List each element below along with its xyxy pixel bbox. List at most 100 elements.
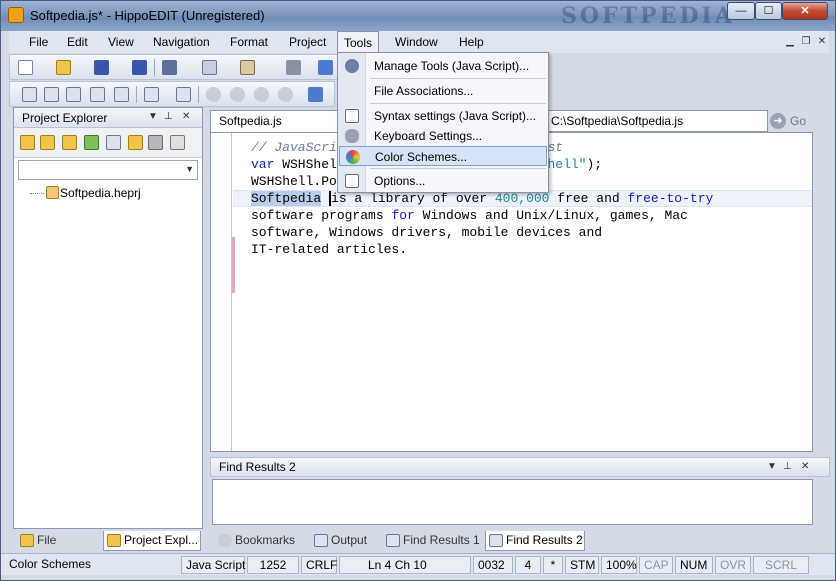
format-lines-icon[interactable] bbox=[44, 87, 59, 102]
settings-icon[interactable] bbox=[148, 135, 163, 150]
menu-item-color-schemes[interactable]: Color Schemes... bbox=[339, 146, 547, 166]
menu-help[interactable]: Help bbox=[453, 31, 490, 53]
menu-file[interactable]: File bbox=[23, 31, 54, 53]
cut-icon[interactable] bbox=[162, 60, 177, 75]
bookmark-next-icon[interactable] bbox=[230, 87, 245, 102]
panel-close-icon[interactable]: ✕ bbox=[801, 461, 809, 472]
bookmark-prev-icon[interactable] bbox=[254, 87, 269, 102]
panel-pin-icon[interactable]: ⊥ bbox=[164, 111, 173, 122]
wrap-icon[interactable] bbox=[66, 87, 81, 102]
new-project-icon[interactable] bbox=[20, 135, 35, 150]
code-line[interactable]: IT-related articles. bbox=[251, 241, 713, 258]
bookmark-toggle-icon[interactable] bbox=[206, 87, 221, 102]
menu-window[interactable]: Window bbox=[389, 31, 444, 53]
open-folder-icon[interactable] bbox=[56, 60, 71, 75]
menu-format[interactable]: Format bbox=[224, 31, 274, 53]
minimize-button[interactable]: — bbox=[727, 2, 755, 20]
panel-close-icon[interactable]: ✕ bbox=[182, 111, 190, 122]
tab-softpedia-js[interactable]: Softpedia.js bbox=[210, 110, 340, 132]
maximize-button[interactable]: ☐ bbox=[755, 2, 782, 20]
code-token: Softpedia bbox=[251, 191, 322, 206]
tree-item-project[interactable]: Softpedia.heprj bbox=[30, 184, 141, 202]
view-icon[interactable] bbox=[176, 87, 191, 102]
tab-file-explorer[interactable]: File Explorer bbox=[17, 531, 103, 565]
find-results-panel: Find Results 2 ▼ ⊥ ✕ bbox=[210, 457, 830, 529]
toolbar-separator bbox=[154, 59, 155, 76]
code-token: // JavaScri bbox=[251, 140, 337, 155]
code-token: free and bbox=[549, 191, 628, 206]
menu-item-manage-tools[interactable]: Manage Tools (Java Script)... bbox=[339, 56, 547, 76]
status-stm[interactable]: STM bbox=[565, 556, 599, 574]
project-filter-combo[interactable]: ▼ bbox=[18, 160, 198, 180]
remove-file-icon[interactable] bbox=[106, 135, 121, 150]
change-marker bbox=[232, 237, 235, 293]
title-bar[interactable]: Softpedia.js* - HippoEDIT (Unregistered)… bbox=[1, 1, 835, 31]
print-icon[interactable] bbox=[286, 60, 301, 75]
sync-folder-icon[interactable] bbox=[128, 135, 143, 150]
outdent-icon[interactable] bbox=[114, 87, 129, 102]
copy-icon[interactable] bbox=[202, 60, 217, 75]
status-tab-size[interactable]: 4 bbox=[515, 556, 541, 574]
paste-icon[interactable] bbox=[240, 60, 255, 75]
mdi-restore-icon[interactable]: ❐ bbox=[801, 37, 811, 47]
project-explorer-title: Project Explorer bbox=[22, 111, 108, 125]
code-token: WSHShell.Po bbox=[251, 174, 337, 189]
save-icon[interactable] bbox=[94, 60, 109, 75]
code-line[interactable]: software, Windows drivers, mobile device… bbox=[251, 224, 713, 241]
new-file-icon[interactable] bbox=[18, 60, 33, 75]
panel-menu-icon[interactable]: ▼ bbox=[148, 111, 158, 122]
close-button[interactable]: ✕ bbox=[782, 2, 828, 20]
open-project-icon[interactable] bbox=[40, 135, 55, 150]
add-folder-icon[interactable] bbox=[62, 135, 77, 150]
undo-icon[interactable] bbox=[318, 60, 333, 75]
menu-project[interactable]: Project bbox=[283, 31, 332, 53]
menu-item-syntax-settings[interactable]: Syntax settings (Java Script)... bbox=[339, 106, 547, 126]
panel-pin-icon[interactable]: ⊥ bbox=[783, 461, 792, 472]
menu-item-file-associations[interactable]: File Associations... bbox=[339, 81, 547, 101]
file-path-field[interactable]: C:\Softpedia\Softpedia.js bbox=[546, 110, 768, 132]
folder-icon bbox=[20, 534, 34, 547]
code-token: Windows and Unix/Linux, games, Mac bbox=[414, 208, 688, 223]
add-file-icon[interactable] bbox=[84, 135, 99, 150]
align-icon[interactable] bbox=[22, 87, 37, 102]
mdi-close-icon[interactable]: ✕ bbox=[817, 37, 827, 47]
go-button[interactable]: ➜ Go bbox=[770, 110, 806, 132]
find-results-list[interactable] bbox=[212, 479, 813, 525]
status-zoom[interactable]: 100% bbox=[601, 556, 637, 574]
menu-navigation[interactable]: Navigation bbox=[147, 31, 216, 53]
tree-item-label: Softpedia.heprj bbox=[60, 186, 141, 200]
window-title: Softpedia.js* - HippoEDIT (Unregistered) bbox=[30, 8, 265, 23]
indent-icon[interactable] bbox=[90, 87, 105, 102]
tab-find-results-1[interactable]: Find Results 1 bbox=[383, 531, 481, 551]
status-position[interactable]: Ln 4 Ch 10 bbox=[339, 556, 471, 574]
navigate-back-icon[interactable] bbox=[308, 87, 323, 102]
bookmark-clear-icon[interactable] bbox=[278, 87, 293, 102]
status-bar: Color Schemes Java Script 1252 CRLF Ln 4… bbox=[1, 553, 835, 575]
line-gutter[interactable] bbox=[211, 133, 232, 451]
menu-item-keyboard-settings[interactable]: Keyboard Settings... bbox=[339, 126, 547, 146]
tab-find-results-2[interactable]: Find Results 2 bbox=[485, 531, 585, 551]
menu-edit[interactable]: Edit bbox=[61, 31, 94, 53]
mdi-minimize-icon[interactable]: ▁ bbox=[785, 37, 795, 47]
comment-block-icon[interactable] bbox=[144, 87, 159, 102]
code-line[interactable]: software programs for Windows and Unix/L… bbox=[251, 207, 713, 224]
panel-menu-icon[interactable]: ▼ bbox=[767, 461, 777, 472]
tab-bookmarks[interactable]: Bookmarks bbox=[215, 531, 307, 551]
toolbar-edit bbox=[9, 81, 335, 107]
menu-view[interactable]: View bbox=[102, 31, 140, 53]
status-language[interactable]: Java Script bbox=[181, 556, 245, 574]
tab-output[interactable]: Output bbox=[311, 531, 381, 551]
save-all-icon[interactable] bbox=[132, 60, 147, 75]
hippo-app-icon[interactable] bbox=[8, 7, 24, 23]
toolbar-separator bbox=[136, 86, 137, 103]
code-token: IT-related articles. bbox=[251, 242, 408, 257]
favorites-star-icon[interactable] bbox=[170, 135, 185, 150]
menu-bar: File Edit View Navigation Format Project… bbox=[9, 31, 829, 53]
menu-tools[interactable]: Tools bbox=[337, 31, 380, 53]
menu-item-options[interactable]: Options... bbox=[339, 171, 547, 191]
tab-project-explorer[interactable]: Project Expl... bbox=[103, 531, 201, 551]
code-token: var bbox=[251, 157, 275, 172]
menu-separator bbox=[370, 78, 546, 79]
status-eol[interactable]: CRLF bbox=[301, 556, 337, 574]
status-scrl: SCRL bbox=[753, 556, 809, 574]
